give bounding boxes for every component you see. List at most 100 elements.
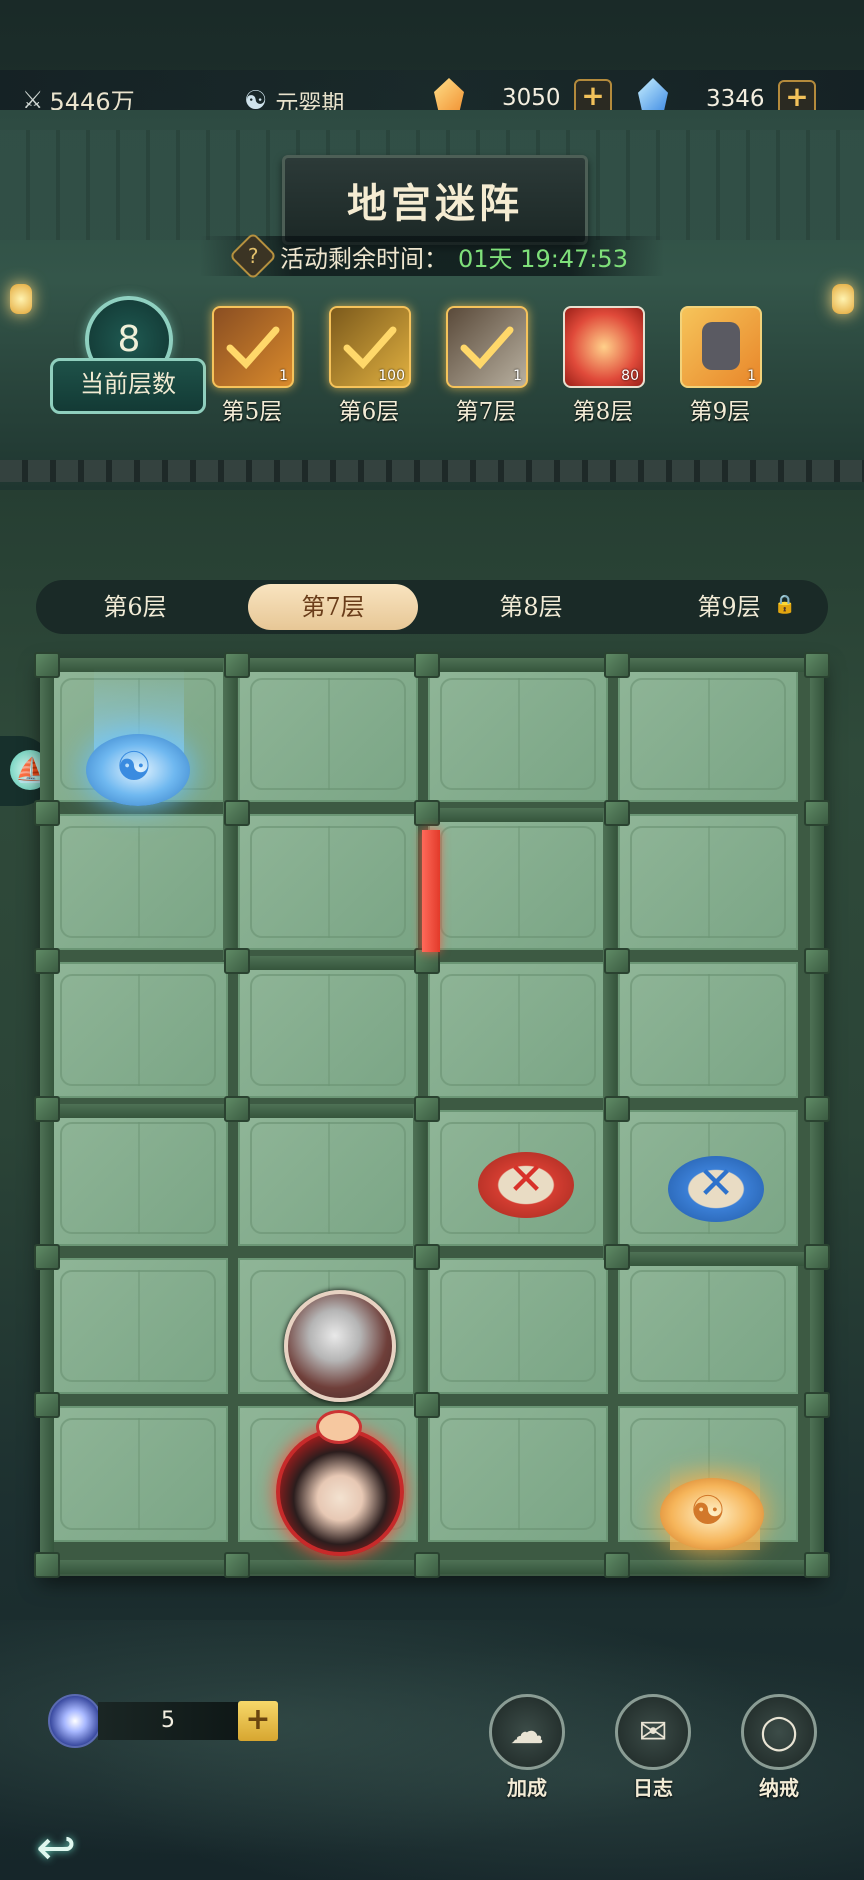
wall-post <box>604 652 630 678</box>
floor-rewards: 1 第5层 100 第6层 1 第7层 80 第8层 1 第9层 <box>212 306 762 426</box>
wall-post <box>414 652 440 678</box>
wall-post <box>804 652 830 678</box>
wall-post <box>414 1392 440 1418</box>
checkmark-icon <box>343 326 397 370</box>
maze-cell[interactable] <box>618 666 798 802</box>
ring-button[interactable]: ◯ 纳戒 <box>734 1694 824 1801</box>
wall-post <box>34 800 60 826</box>
maze-cell[interactable] <box>238 1110 418 1246</box>
wall-post <box>414 1096 440 1122</box>
lock-icon: 🔒 <box>773 594 796 615</box>
reward-floor-6[interactable]: 100 第6层 <box>329 306 411 426</box>
palace-railing <box>0 460 864 482</box>
maze-cell[interactable] <box>428 814 608 950</box>
maze-cell[interactable] <box>428 1406 608 1542</box>
wall-post <box>224 948 250 974</box>
bonus-button[interactable]: ☁ 加成 <box>482 1694 572 1801</box>
current-floor-badge: 8 当前层数 <box>50 296 206 426</box>
wall-post <box>414 1552 440 1578</box>
maze-cell[interactable] <box>48 1406 228 1542</box>
tab-floor-7[interactable]: 第7层 <box>248 584 418 630</box>
spirit-orb-icon <box>48 1694 102 1748</box>
stone-tablet-icon: 1 <box>680 306 762 388</box>
treasure-chest-icon: 1 <box>446 306 528 388</box>
maze-cell[interactable] <box>428 962 608 1098</box>
maze-wall <box>608 1252 818 1266</box>
npc-beast-token[interactable] <box>284 1290 396 1402</box>
tab-floor-8[interactable]: 第8层 <box>446 584 616 630</box>
wall-post <box>804 948 830 974</box>
stamina-value: 5 <box>98 1702 238 1740</box>
wall-post <box>224 1096 250 1122</box>
hero-hat-ornament <box>316 1410 362 1444</box>
back-button[interactable]: ↩ <box>36 1820 102 1876</box>
red-x-icon: ✕ <box>507 1154 545 1205</box>
back-arrow-icon: ↩ <box>36 1820 77 1876</box>
floor-tabs: 第6层 第7层 第8层 第9层 🔒 <box>36 580 828 634</box>
ring-label: 纳戒 <box>759 1776 799 1800</box>
event-timer: ? 活动剩余时间： 01天 19:47:53 <box>200 231 664 281</box>
maze-wall <box>418 808 618 822</box>
wall-post <box>34 1096 60 1122</box>
wall-post <box>34 948 60 974</box>
tab-floor-9[interactable]: 第9层 🔒 <box>644 584 814 630</box>
timer-label: 活动剩余时间： <box>280 244 449 273</box>
maze-board: ☯ ☯ ✕ ✕ <box>34 652 830 1578</box>
current-floor-label: 当前层数 <box>50 358 206 414</box>
page-title: 地宫迷阵 <box>282 155 588 245</box>
maze-cell[interactable] <box>618 814 798 950</box>
currency-blue-value: 3346 <box>706 86 765 112</box>
cloud-swirl-icon: ☁ <box>489 1694 565 1770</box>
player-hero-token[interactable] <box>276 1428 404 1556</box>
add-stamina-button[interactable]: + <box>238 1701 278 1741</box>
lantern-left <box>10 284 32 314</box>
reward-floor-7[interactable]: 1 第7层 <box>446 306 528 426</box>
maze-cell[interactable] <box>48 1110 228 1246</box>
maze-cell[interactable] <box>618 962 798 1098</box>
maze-cell[interactable] <box>48 814 228 950</box>
red-barrier <box>422 830 440 952</box>
wall-post <box>34 1392 60 1418</box>
maze-wall <box>228 956 424 970</box>
log-button[interactable]: ✉ 日志 <box>608 1694 698 1801</box>
wall-post <box>604 948 630 974</box>
wall-post <box>604 1552 630 1578</box>
maze-cell[interactable] <box>48 1258 228 1394</box>
wall-post <box>604 1244 630 1270</box>
wall-post <box>804 1552 830 1578</box>
wall-post <box>34 1244 60 1270</box>
timer-value: 01天 19:47:53 <box>458 244 628 273</box>
gold-ingot-icon: 100 <box>329 306 411 388</box>
log-label: 日志 <box>633 1776 673 1800</box>
maze-cell[interactable] <box>428 1258 608 1394</box>
tab-floor-6[interactable]: 第6层 <box>50 584 220 630</box>
wall-post <box>224 800 250 826</box>
reward-floor-9[interactable]: 1 第9层 <box>680 306 762 426</box>
maze-cell[interactable] <box>238 814 418 950</box>
blue-x-icon: ✕ <box>697 1158 735 1209</box>
maze-cell[interactable] <box>238 666 418 802</box>
maze-cell[interactable] <box>48 962 228 1098</box>
reward-floor-5[interactable]: 1 第5层 <box>212 306 294 426</box>
stamina-bar: 5 + <box>48 1694 280 1748</box>
maze-wall <box>603 1104 617 1260</box>
wall-post <box>414 1244 440 1270</box>
maze-cell[interactable] <box>238 962 418 1098</box>
maze-cell[interactable] <box>428 666 608 802</box>
reward-floor-8[interactable]: 80 第8层 <box>563 306 645 426</box>
tab-floor-9-label: 第9层 <box>697 593 761 621</box>
wall-post <box>604 800 630 826</box>
wall-post <box>414 800 440 826</box>
help-icon[interactable]: ? <box>228 231 278 281</box>
maze-cell[interactable] <box>618 1258 798 1394</box>
bronze-vessel-icon: 1 <box>212 306 294 388</box>
wall-post <box>34 652 60 678</box>
wall-post <box>804 1392 830 1418</box>
yin-yang-icon: ☯ <box>690 1488 726 1534</box>
lantern-right <box>832 284 854 314</box>
checkmark-icon <box>226 326 280 370</box>
wall-post <box>34 1552 60 1578</box>
bonus-label: 加成 <box>507 1776 547 1800</box>
wall-post <box>224 652 250 678</box>
fire-swirl-icon: 80 <box>563 306 645 388</box>
